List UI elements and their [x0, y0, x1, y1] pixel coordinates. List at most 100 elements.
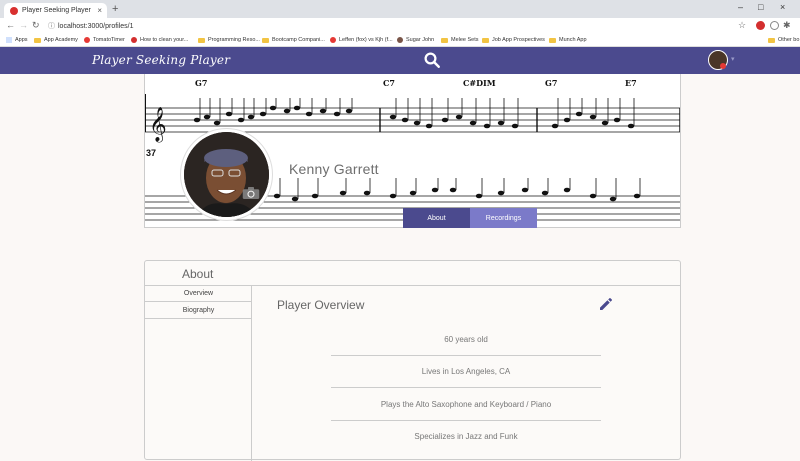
bookmark-item[interactable]: Leffen (fox) vs Kjh (f...: [330, 37, 393, 43]
chevron-down-icon[interactable]: ▾: [731, 55, 735, 63]
music-note: [237, 117, 245, 123]
bookmark-item[interactable]: Munch App: [549, 37, 587, 43]
music-note: [225, 111, 233, 117]
folder-icon: [262, 37, 269, 43]
bookmark-item[interactable]: TomatoTimer: [84, 37, 125, 43]
bookmark-item[interactable]: How to clean your...: [131, 37, 188, 43]
search-icon[interactable]: [423, 51, 441, 69]
tab-about[interactable]: About: [403, 208, 470, 228]
folder-icon: [768, 37, 775, 43]
music-note: [551, 123, 559, 129]
music-note: [633, 193, 641, 199]
bookmark-star-icon[interactable]: ☆: [738, 20, 746, 31]
music-note: [193, 117, 201, 123]
music-note: [425, 123, 433, 129]
bookmark-item[interactable]: Programming Reso...: [198, 37, 260, 43]
fact-genres: Specializes in Jazz and Funk: [414, 432, 518, 441]
tab-recordings[interactable]: Recordings: [470, 208, 537, 228]
music-note: [511, 123, 519, 129]
sidebar-item-biography[interactable]: Biography: [145, 303, 252, 319]
music-note: [213, 120, 221, 126]
music-note: [475, 193, 483, 199]
edit-pencil-icon[interactable]: [598, 296, 614, 312]
url-text: localhost:3000/profiles/1: [58, 22, 134, 30]
music-note: [291, 196, 299, 202]
bookmark-item[interactable]: Other bo: [768, 37, 799, 43]
fact-age: 60 years old: [444, 335, 488, 344]
music-note: [283, 108, 291, 114]
apps-grid-icon: [6, 37, 12, 43]
music-note: [203, 114, 211, 120]
music-note: [563, 117, 571, 123]
bookmark-item[interactable]: Job App Prospectives: [482, 37, 545, 43]
music-note: [409, 190, 417, 196]
music-note: [589, 193, 597, 199]
music-note: [601, 120, 609, 126]
bookmarks-bar: Apps App Academy TomatoTimer How to clean y…: [0, 34, 800, 47]
svg-text:𝄞: 𝄞: [149, 107, 167, 143]
new-tab-button[interactable]: +: [112, 3, 118, 15]
music-note: [311, 193, 319, 199]
music-note: [627, 123, 635, 129]
site-favicon-icon: [397, 37, 403, 43]
browser-tab-title: Player Seeking Player: [22, 7, 91, 14]
folder-icon: [34, 37, 41, 43]
close-window-button[interactable]: ×: [780, 2, 785, 12]
sidebar-item-overview[interactable]: Overview: [145, 286, 252, 302]
music-note: [431, 187, 439, 193]
back-arrow-icon[interactable]: ←: [6, 20, 15, 30]
music-note: [521, 187, 529, 193]
music-note: [609, 196, 617, 202]
fact-location: Lives in Los Angeles, CA: [421, 367, 511, 376]
tab-close-icon[interactable]: ×: [97, 6, 102, 15]
bookmark-label: TomatoTimer: [93, 37, 125, 43]
app-logo[interactable]: Player Seeking Player: [92, 53, 230, 67]
bookmark-item[interactable]: Bootcamp Compani...: [262, 37, 325, 43]
chord-symbol: E7: [625, 78, 637, 88]
extensions-puzzle-icon[interactable]: ✱: [783, 20, 791, 31]
music-note: [339, 190, 347, 196]
user-avatar[interactable]: [708, 50, 728, 70]
info-icon[interactable]: ⓘ: [48, 21, 55, 31]
site-favicon-icon: [84, 37, 90, 43]
divider: [331, 420, 601, 421]
bookmark-label: Leffen (fox) vs Kjh (f...: [339, 37, 393, 43]
music-note: [389, 193, 397, 199]
music-note: [401, 117, 409, 123]
bookmark-label: Bootcamp Compani...: [272, 37, 325, 43]
music-note: [613, 117, 621, 123]
fact-instruments: Plays the Alto Saxophone and Keyboard / …: [380, 400, 552, 409]
minimize-button[interactable]: –: [738, 2, 743, 12]
extension-icon[interactable]: [756, 21, 765, 30]
maximize-button[interactable]: □: [758, 2, 763, 12]
about-heading: About: [182, 267, 214, 281]
chord-symbol: G7: [195, 78, 207, 88]
bookmark-label: Programming Reso...: [208, 37, 260, 43]
music-note: [389, 114, 397, 120]
music-note: [575, 111, 583, 117]
music-note: [497, 120, 505, 126]
music-note: [363, 190, 371, 196]
profile-name: Kenny Garrett: [289, 161, 379, 177]
music-note: [483, 123, 491, 129]
music-note: [441, 117, 449, 123]
bookmark-item[interactable]: Apps: [6, 37, 28, 43]
reload-icon[interactable]: ↻: [32, 20, 40, 31]
bookmark-label: App Academy: [44, 37, 78, 43]
address-bar[interactable]: ⓘ localhost:3000/profiles/1: [46, 20, 752, 32]
music-note: [589, 114, 597, 120]
camera-icon[interactable]: [242, 186, 260, 200]
bookmark-item[interactable]: Melee Sets: [441, 37, 479, 43]
bookmark-item[interactable]: Sugar John: [397, 37, 434, 43]
music-note: [259, 111, 267, 117]
music-note: [345, 108, 353, 114]
folder-icon: [441, 37, 448, 43]
bookmark-item[interactable]: App Academy: [34, 37, 78, 43]
bookmark-label: Apps: [15, 37, 28, 43]
music-note: [563, 187, 571, 193]
extension-icon[interactable]: [770, 21, 779, 30]
profile-tabs: About Recordings: [144, 208, 681, 228]
browser-tab[interactable]: Player Seeking Player ×: [4, 3, 107, 18]
forward-arrow-icon[interactable]: →: [19, 20, 28, 30]
browser-tab-strip: Player Seeking Player × + – □ ×: [0, 0, 800, 18]
